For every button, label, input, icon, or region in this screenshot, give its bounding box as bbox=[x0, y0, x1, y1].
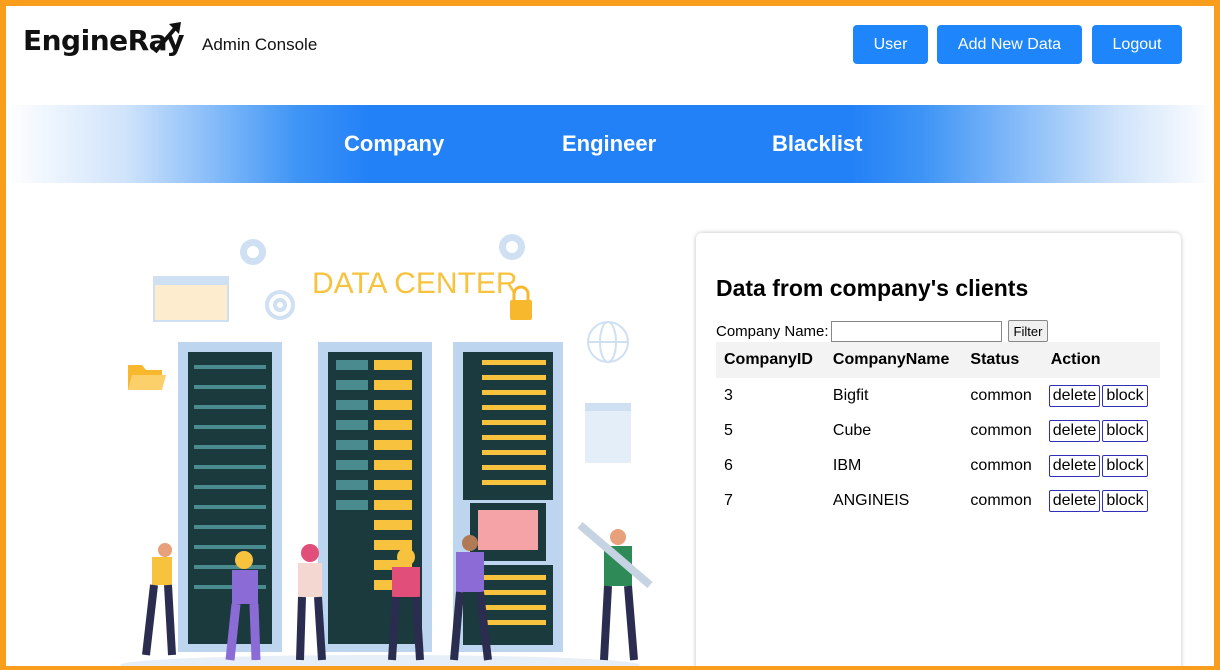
table-header-row: CompanyID CompanyName Status Action bbox=[716, 342, 1160, 378]
cell-status: common bbox=[970, 456, 1032, 474]
cell-status: common bbox=[970, 421, 1032, 439]
cell-status: common bbox=[970, 491, 1032, 509]
cell-action: delete block bbox=[1043, 378, 1160, 413]
nav-blacklist[interactable]: Blacklist bbox=[772, 131, 863, 157]
data-center-illustration: DATA CENTER bbox=[110, 225, 670, 670]
logo-arrow-icon bbox=[153, 22, 181, 54]
cell-action: delete block bbox=[1043, 413, 1160, 448]
cell-action: delete block bbox=[1043, 483, 1160, 518]
cell-action: delete block bbox=[1043, 448, 1160, 483]
column-header: Status bbox=[970, 351, 1020, 368]
cell-company-id: 5 bbox=[724, 421, 733, 439]
logo[interactable]: EngineRay bbox=[23, 22, 184, 57]
app-subtitle: Admin Console bbox=[202, 35, 318, 54]
block-button[interactable]: block bbox=[1102, 454, 1148, 477]
person-figure bbox=[142, 543, 176, 656]
delete-button[interactable]: delete bbox=[1048, 454, 1101, 477]
illustration-title: DATA CENTER bbox=[312, 267, 518, 300]
gear-icon bbox=[499, 234, 525, 260]
block-button[interactable]: block bbox=[1102, 384, 1148, 407]
company-data-panel: Data from company's clients Company Name… bbox=[696, 233, 1181, 670]
calendar-icon bbox=[585, 403, 631, 463]
gear-icon bbox=[240, 239, 266, 265]
cell-company-id: 6 bbox=[724, 456, 733, 474]
filter-row: Company Name: Filter bbox=[716, 320, 1049, 342]
filter-label: Company Name: bbox=[716, 322, 829, 340]
delete-button[interactable]: delete bbox=[1048, 384, 1101, 407]
cell-status: common bbox=[970, 386, 1032, 404]
server-rack-left bbox=[178, 342, 282, 652]
nav-company[interactable]: Company bbox=[344, 131, 444, 157]
floor-shadow bbox=[120, 655, 640, 670]
delete-button[interactable]: delete bbox=[1048, 489, 1101, 512]
header: EngineRay Admin Console User Add New Dat… bbox=[6, 6, 1214, 105]
company-name-input[interactable] bbox=[830, 320, 1002, 342]
column-header: Action bbox=[1050, 351, 1101, 368]
table-row: 6 IBM common delete block bbox=[716, 448, 1160, 483]
cell-company-name: Bigfit bbox=[832, 386, 869, 404]
column-header: CompanyName bbox=[832, 351, 950, 368]
folder-icon bbox=[128, 365, 166, 390]
cell-company-id: 3 bbox=[724, 386, 733, 404]
table-row: 3 Bigfit common delete block bbox=[716, 378, 1160, 413]
browser-window-icon bbox=[153, 276, 229, 322]
gear-icon bbox=[265, 290, 295, 320]
block-button[interactable]: block bbox=[1102, 419, 1148, 442]
column-header: CompanyID bbox=[724, 351, 813, 368]
cell-company-name: ANGINEIS bbox=[832, 491, 910, 509]
globe-icon bbox=[587, 321, 629, 363]
nav-bar: Company Engineer Blacklist bbox=[6, 105, 1214, 183]
server-rack-right bbox=[453, 342, 563, 652]
cell-company-name: IBM bbox=[832, 456, 862, 474]
panel-title: Data from company's clients bbox=[716, 275, 1029, 301]
company-table: CompanyID CompanyName Status Action 3 Bi… bbox=[716, 342, 1160, 518]
cell-company-id: 7 bbox=[724, 491, 733, 509]
table-row: 7 ANGINEIS common delete block bbox=[716, 483, 1160, 518]
add-new-data-button[interactable]: Add New Data bbox=[937, 25, 1082, 64]
logout-button[interactable]: Logout bbox=[1092, 25, 1182, 64]
delete-button[interactable]: delete bbox=[1048, 419, 1101, 442]
table-row: 5 Cube common delete block bbox=[716, 413, 1160, 448]
block-button[interactable]: block bbox=[1102, 489, 1148, 512]
cell-company-name: Cube bbox=[832, 421, 872, 439]
user-button[interactable]: User bbox=[853, 25, 928, 64]
lock-icon bbox=[510, 285, 532, 320]
nav-engineer[interactable]: Engineer bbox=[562, 131, 656, 157]
filter-button[interactable]: Filter bbox=[1007, 320, 1049, 342]
